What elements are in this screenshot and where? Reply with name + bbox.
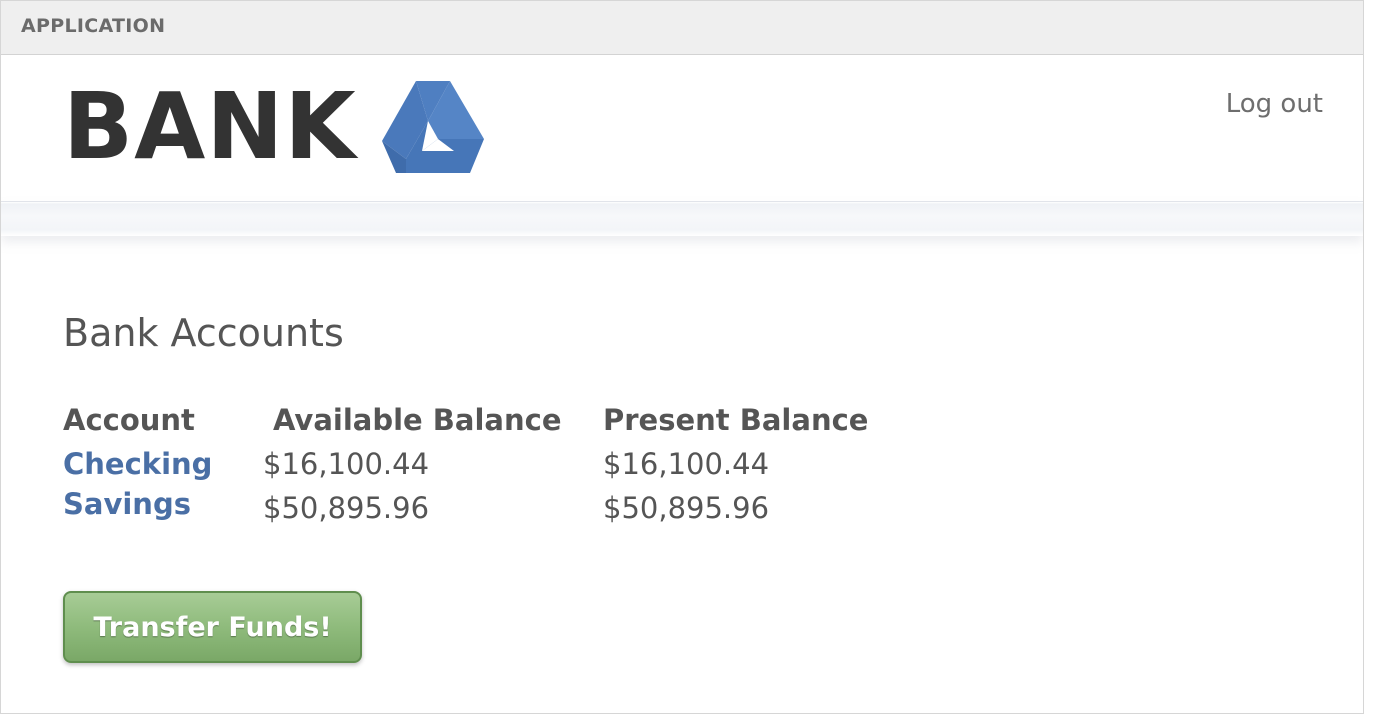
logout-link[interactable]: Log out bbox=[1226, 89, 1323, 119]
header-divider bbox=[1, 202, 1363, 236]
bank-logo: BANK bbox=[63, 77, 493, 177]
present-balance-cell: $50,895.96 bbox=[603, 491, 770, 525]
table-row: Savings $50,895.96 $50,895.96 bbox=[63, 487, 903, 535]
account-link-savings[interactable]: Savings bbox=[63, 487, 191, 521]
present-balance-cell: $16,100.44 bbox=[603, 447, 770, 481]
table-header-row: Account Available Balance Present Balanc… bbox=[63, 403, 903, 447]
app-title: APPLICATION bbox=[21, 15, 166, 37]
app-titlebar: APPLICATION bbox=[1, 1, 1363, 55]
column-header-available-balance: Available Balance bbox=[273, 403, 562, 437]
account-cell: Savings bbox=[63, 487, 263, 535]
available-balance-cell: $50,895.96 bbox=[263, 491, 430, 525]
column-header-present-balance: Present Balance bbox=[603, 403, 869, 437]
available-balance-cell: $16,100.44 bbox=[263, 447, 430, 481]
triangle-logo-icon bbox=[382, 81, 484, 173]
accounts-table: Account Available Balance Present Balanc… bbox=[63, 403, 903, 535]
table-row: Checking $16,100.44 $16,100.44 bbox=[63, 447, 903, 491]
site-header: BANK Log out bbox=[1, 55, 1363, 202]
logo-text: BANK bbox=[63, 73, 357, 180]
account-link-checking[interactable]: Checking bbox=[63, 447, 212, 481]
page-title: Bank Accounts bbox=[63, 311, 344, 355]
transfer-funds-button[interactable]: Transfer Funds! bbox=[63, 591, 362, 663]
column-header-account: Account bbox=[63, 403, 195, 437]
app-window: APPLICATION BANK Log out Bank Accounts A… bbox=[0, 0, 1364, 714]
account-cell: Checking bbox=[63, 447, 263, 491]
